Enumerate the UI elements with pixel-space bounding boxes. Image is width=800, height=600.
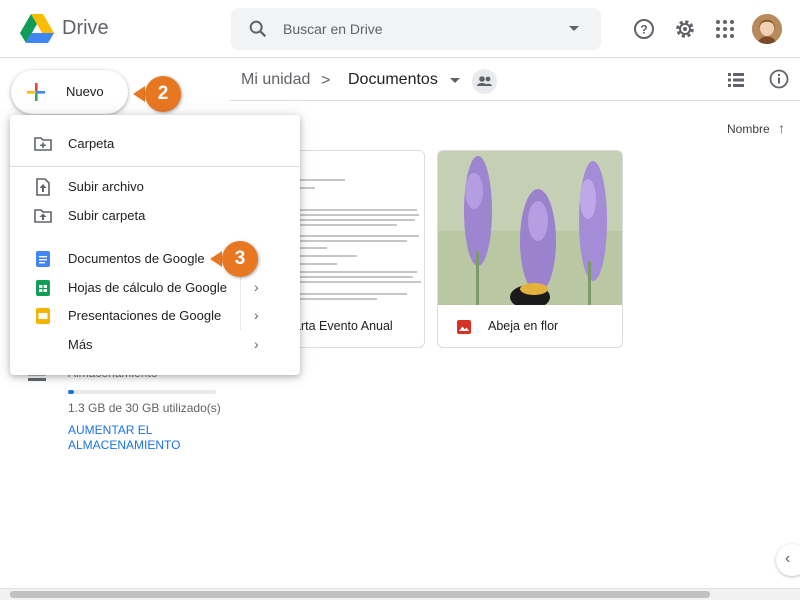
menu-divider — [10, 166, 300, 167]
chevron-down-icon[interactable] — [450, 78, 460, 83]
menu-item-folder[interactable]: Carpeta — [10, 130, 300, 158]
step-marker: 2 — [145, 76, 181, 112]
search-box[interactable]: Buscar en Drive — [231, 8, 601, 50]
menu-item-label: Hojas de cálculo de Google — [68, 280, 227, 295]
search-options-icon[interactable] — [569, 26, 579, 31]
side-panel-toggle[interactable]: ‹ — [776, 544, 800, 576]
menu-item-upload-file[interactable]: Subir archivo — [10, 173, 300, 201]
avatar[interactable] — [752, 14, 782, 44]
new-menu: Carpeta Subir archivo Subir carpeta Docu… — [10, 115, 300, 375]
menu-item-more[interactable]: Más › — [10, 331, 300, 359]
menu-item-separator — [240, 302, 241, 330]
new-button[interactable]: Nuevo — [11, 70, 128, 114]
menu-item-label: Carpeta — [68, 136, 115, 151]
upload-file-icon — [36, 178, 50, 196]
app-name[interactable]: Drive — [62, 17, 109, 40]
file-name: Abeja en flor — [488, 319, 559, 333]
shared-folder-icon[interactable] — [472, 69, 497, 94]
menu-item-separator — [240, 274, 241, 302]
breadcrumb-current[interactable]: Documentos — [348, 71, 438, 89]
apps-icon[interactable] — [713, 17, 737, 41]
help-icon[interactable]: ? — [632, 17, 656, 41]
file-name: Carta Evento Anual — [285, 319, 393, 333]
search-icon[interactable] — [247, 18, 269, 40]
chevron-right-icon[interactable]: › — [254, 279, 259, 295]
settings-icon[interactable] — [673, 17, 697, 41]
storage-bar — [68, 390, 216, 394]
menu-item-label: Presentaciones de Google — [68, 308, 222, 323]
storage-used-text: 1.3 GB de 30 GB utilizado(s) — [68, 401, 221, 415]
header-divider — [230, 100, 800, 101]
sort-label[interactable]: Nombre — [727, 122, 770, 136]
menu-item-label: Documentos de Google — [68, 251, 205, 266]
google-docs-icon — [36, 251, 50, 267]
image-thumbnail — [438, 151, 622, 309]
menu-item-upload-folder[interactable]: Subir carpeta — [10, 202, 300, 230]
chevron-right-icon[interactable]: › — [254, 336, 259, 352]
menu-item-label: Subir archivo — [68, 179, 144, 194]
menu-item-label: Subir carpeta — [68, 208, 146, 223]
file-card[interactable]: Abeja en flor — [437, 150, 623, 348]
search-input[interactable]: Buscar en Drive — [283, 21, 383, 37]
image-file-icon — [457, 320, 471, 334]
new-folder-icon — [34, 137, 52, 151]
chevron-left-icon: ‹ — [785, 550, 791, 567]
breadcrumb-root[interactable]: Mi unidad — [241, 71, 310, 89]
sort-direction-icon[interactable]: ↑ — [778, 120, 785, 136]
breadcrumb-separator: > — [321, 72, 331, 89]
upload-folder-icon — [34, 209, 52, 223]
menu-item-label: Más — [68, 337, 93, 352]
top-bar: Drive Buscar en Drive ? — [0, 0, 800, 58]
plus-icon — [27, 83, 45, 101]
scrollbar-thumb[interactable] — [10, 591, 710, 598]
menu-item-google-sheets[interactable]: Hojas de cálculo de Google › — [10, 274, 300, 302]
horizontal-scrollbar[interactable] — [0, 588, 800, 600]
menu-item-google-slides[interactable]: Presentaciones de Google › — [10, 302, 300, 330]
new-button-label: Nuevo — [66, 84, 104, 99]
chevron-right-icon[interactable]: › — [254, 307, 259, 323]
step-marker: 3 — [222, 241, 258, 277]
drive-logo-icon[interactable] — [20, 13, 54, 44]
google-sheets-icon — [36, 280, 50, 296]
list-view-icon[interactable] — [726, 70, 746, 90]
storage-bar-fill — [68, 390, 75, 394]
step-marker-tail — [210, 251, 222, 267]
svg-text:?: ? — [640, 23, 647, 37]
step-marker-tail — [133, 86, 145, 102]
upgrade-storage-link[interactable]: AUMENTAR EL ALMACENAMIENTO — [68, 423, 218, 453]
google-slides-icon — [36, 308, 50, 324]
info-icon[interactable] — [768, 68, 790, 90]
